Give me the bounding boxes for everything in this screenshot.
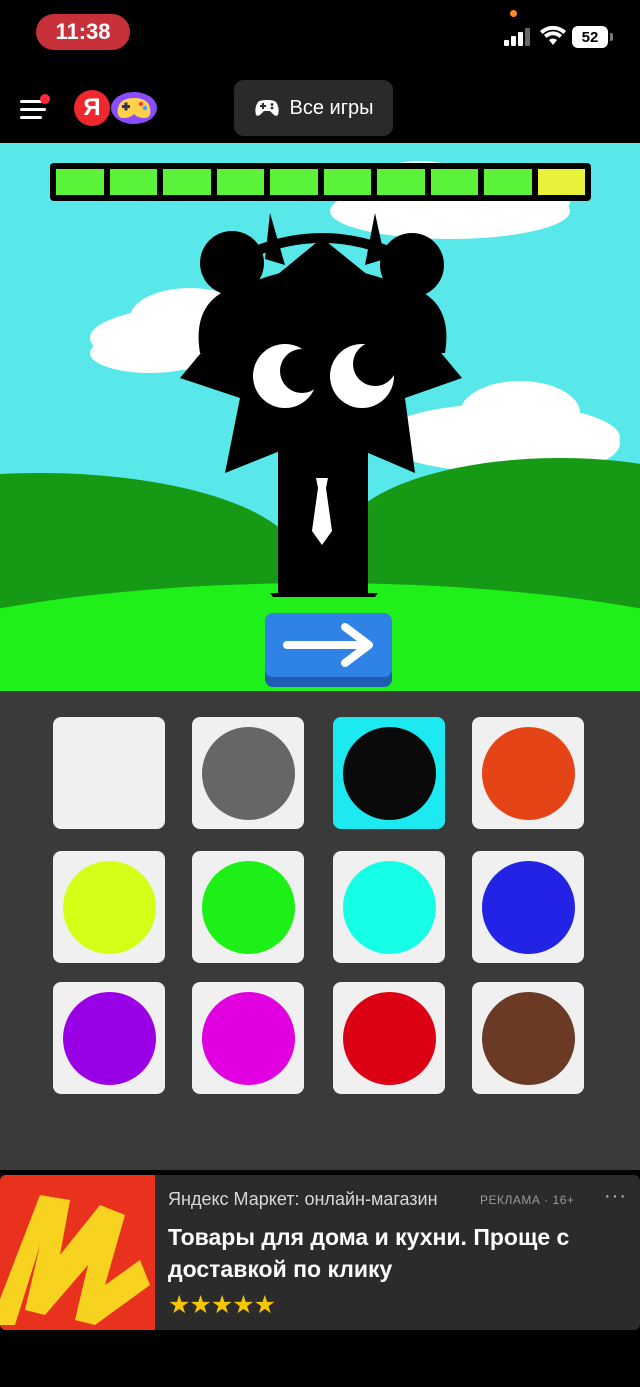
- ad-banner[interactable]: Яндекс Маркет: онлайн-магазин РЕКЛАМА · …: [0, 1175, 640, 1330]
- progress-bar: [50, 163, 591, 201]
- progress-segment: [537, 169, 585, 195]
- color-swatch-magenta[interactable]: [192, 982, 304, 1094]
- color-palette: [0, 691, 640, 1170]
- progress-segment: [56, 169, 104, 195]
- more-options-icon[interactable]: ···: [604, 1185, 627, 1208]
- color-dot: [343, 992, 436, 1085]
- ad-source: Яндекс Маркет: онлайн-магазин: [168, 1189, 438, 1209]
- progress-segment: [109, 169, 157, 195]
- ad-title[interactable]: Товары для дома и кухни. Проще с доставк…: [168, 1221, 608, 1285]
- color-dot: [63, 861, 156, 954]
- cellular-signal-icon: [504, 28, 534, 46]
- progress-segment: [377, 169, 425, 195]
- cloud-right: [380, 381, 620, 472]
- rating-stars: ★★★★★: [168, 1291, 276, 1319]
- notification-dot: [40, 94, 50, 104]
- clock: 11:38: [36, 14, 130, 50]
- progress-segment: [216, 169, 264, 195]
- color-dot: [202, 861, 295, 954]
- color-dot: [482, 992, 575, 1085]
- progress-segment: [323, 169, 371, 195]
- color-swatch-green[interactable]: [192, 851, 304, 963]
- color-swatch-red[interactable]: [333, 982, 445, 1094]
- game-background: [0, 161, 640, 691]
- all-games-label: Все игры: [289, 96, 374, 119]
- color-dot: [482, 727, 575, 820]
- status-bar: 11:38 52: [0, 0, 640, 70]
- color-swatch-blue[interactable]: [472, 851, 584, 963]
- color-dot: [202, 727, 295, 820]
- color-swatch-cyan[interactable]: [333, 851, 445, 963]
- color-swatch-orange[interactable]: [472, 717, 584, 829]
- wifi-icon: [540, 26, 566, 45]
- color-swatch-black[interactable]: [333, 717, 445, 829]
- progress-segment: [430, 169, 478, 195]
- yandex-market-logo: [0, 1175, 155, 1330]
- color-swatch-brown[interactable]: [472, 982, 584, 1094]
- color-dot: [343, 861, 436, 954]
- gamepad-logo-icon[interactable]: [108, 88, 160, 128]
- all-games-button[interactable]: Все игры: [234, 80, 393, 136]
- gamepad-icon: [254, 100, 279, 116]
- hamburger-menu-icon[interactable]: [20, 94, 50, 120]
- progress-segment: [163, 169, 211, 195]
- color-swatch-yellow[interactable]: [53, 851, 165, 963]
- progress-segment: [270, 169, 318, 195]
- color-dot: [482, 861, 575, 954]
- game-canvas[interactable]: [0, 143, 640, 691]
- progress-segment: [484, 169, 532, 195]
- color-dot: [202, 992, 295, 1085]
- privacy-indicator-dot: [510, 10, 517, 17]
- color-dot: [63, 992, 156, 1085]
- color-dot: [343, 727, 436, 820]
- ad-label: РЕКЛАМА · 16+: [480, 1193, 575, 1207]
- color-swatch-purple[interactable]: [53, 982, 165, 1094]
- battery-icon: 52: [572, 26, 613, 48]
- color-swatch-gray[interactable]: [192, 717, 304, 829]
- color-swatch-white[interactable]: [53, 717, 165, 829]
- arrow-right-icon: [283, 623, 373, 667]
- next-button[interactable]: [265, 613, 392, 687]
- yandex-logo[interactable]: Я: [74, 90, 110, 126]
